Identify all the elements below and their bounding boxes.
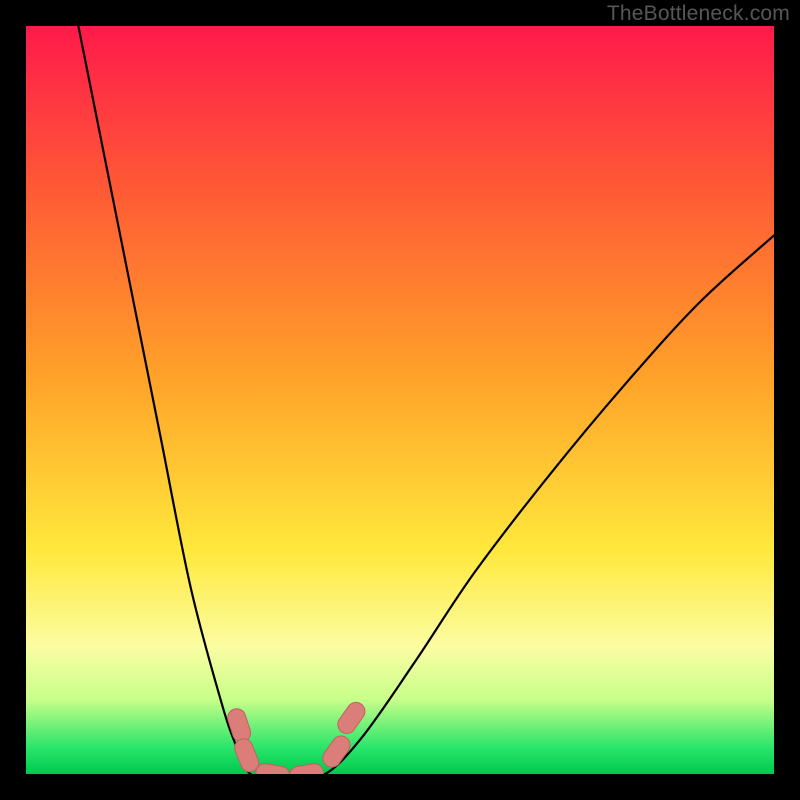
plot-area [26,26,774,774]
watermark-text: TheBottleneck.com [607,2,790,26]
chart-frame: TheBottleneck.com [0,0,800,800]
chart-svg [26,26,774,774]
gradient-background [26,26,774,774]
